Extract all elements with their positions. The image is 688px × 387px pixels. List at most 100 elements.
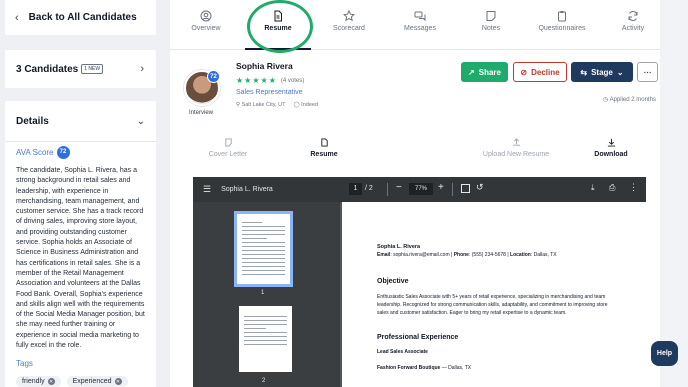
details-panel: Details ⌄ AVA Score 72 The candidate, So… xyxy=(5,101,156,387)
thumbnail-line xyxy=(244,332,287,333)
document-icon xyxy=(320,138,328,147)
document-tabs: Cover Letter Resume Upload New Resume Do… xyxy=(170,138,660,168)
tags-heading: Tags xyxy=(16,359,33,369)
note-icon xyxy=(224,138,232,147)
doc-tab-label: Download xyxy=(594,151,628,158)
experience-heading: Professional Experience xyxy=(377,334,459,341)
thumbnail-line xyxy=(244,344,287,345)
star-icon: ★ xyxy=(244,76,252,85)
tag-chip[interactable]: friendly ✕ xyxy=(16,376,61,387)
decline-label: Decline xyxy=(531,67,560,77)
thumbnail-line xyxy=(244,340,287,341)
location-meta: ⚲ Salt Lake City, UT xyxy=(236,102,285,108)
tags-list: friendly ✕ Experienced ✕ xyxy=(16,376,145,387)
ava-score-row: AVA Score 72 xyxy=(16,145,145,159)
details-toggle[interactable]: Details ⌄ xyxy=(5,101,156,142)
thumbnail-line xyxy=(244,320,287,321)
chat-icon xyxy=(414,11,426,22)
resume-location: Dallas, TX xyxy=(533,252,557,258)
tab-questionnaires[interactable]: Questionnaires xyxy=(527,10,597,32)
candidate-role: Sales Representative xyxy=(236,89,303,96)
hamburger-menu-icon[interactable]: ☰ xyxy=(203,184,211,195)
thumbnail-page-number: 1 xyxy=(261,290,265,296)
print-icon[interactable]: ⎙ xyxy=(609,183,615,193)
zoom-out-icon[interactable]: − xyxy=(396,182,402,193)
download-resume-button[interactable]: Download xyxy=(571,138,651,158)
candidate-tabs: Overview Resume Scorecard Messages Notes… xyxy=(170,0,660,53)
thumbnail-line xyxy=(242,266,285,267)
candidate-meta: ⚲ Salt Lake City, UT ◯ Indeed xyxy=(236,102,318,108)
doc-tab-label: Resume xyxy=(310,151,338,158)
thumbnail-line xyxy=(242,246,285,247)
user-circle-icon xyxy=(200,10,212,22)
help-button[interactable]: Help xyxy=(651,341,678,366)
share-label: Share xyxy=(478,67,501,77)
more-icon: ⋯ xyxy=(643,67,652,77)
candidates-switcher[interactable]: 3 Candidates 1 NEW › xyxy=(5,50,156,88)
phone-label: Phone xyxy=(453,252,469,258)
source-meta: ◯ Indeed xyxy=(293,102,318,108)
location-pin-icon: ⚲ xyxy=(236,102,241,108)
thumbnail-line xyxy=(244,324,287,325)
page-total: / 2 xyxy=(365,185,373,192)
thumbnail-line xyxy=(242,262,285,263)
tab-label: Scorecard xyxy=(333,25,365,32)
chat-bubble-icon: ◯ xyxy=(293,102,300,108)
applied-text: Applied 2 months xyxy=(609,97,656,103)
more-options-button[interactable]: ⋯ xyxy=(637,62,658,82)
page-thumbnails: 1 2 xyxy=(193,202,340,387)
rating-stars[interactable]: ★ ★ ★ ★ ★ (4 votes) xyxy=(236,76,304,85)
tab-messages[interactable]: Messages xyxy=(385,10,455,32)
zoom-level-input[interactable]: 77% xyxy=(409,183,433,195)
remove-tag-icon[interactable]: ✕ xyxy=(47,378,55,386)
upload-resume-button[interactable]: Upload New Resume xyxy=(476,138,556,158)
job-title: Lead Sales Associate xyxy=(377,349,428,355)
thumbnail-line xyxy=(244,328,266,329)
thumbnail-line xyxy=(242,230,285,231)
page-number-input[interactable]: 1 xyxy=(349,183,362,195)
back-to-candidates-link[interactable]: ‹ Back to All Candidates xyxy=(5,0,156,35)
candidate-main-panel: Overview Resume Scorecard Messages Notes… xyxy=(170,0,660,387)
decline-button[interactable]: ⊘ Decline xyxy=(513,62,567,82)
thumbnail-line xyxy=(242,254,285,255)
thumbnail-page-number: 2 xyxy=(262,378,266,384)
remove-tag-icon[interactable]: ✕ xyxy=(114,378,122,386)
tab-resume-document[interactable]: Resume xyxy=(284,138,364,158)
candidate-location: Salt Lake City, UT xyxy=(241,102,286,108)
new-badge: 1 NEW xyxy=(81,64,104,74)
star-icon: ★ xyxy=(268,76,276,85)
tag-chip[interactable]: Experienced ✕ xyxy=(66,376,128,387)
ava-score-label: AVA Score xyxy=(16,147,54,157)
resume-contact: Email: sophia.rivera@email.com | Phone: … xyxy=(377,252,557,258)
thumbnail-line xyxy=(242,274,285,275)
page-thumbnail-1[interactable] xyxy=(234,211,293,287)
more-vertical-icon[interactable]: ⋮ xyxy=(629,182,638,193)
clock-icon: ◷ xyxy=(603,97,609,103)
star-icon: ★ xyxy=(260,76,268,85)
tab-scorecard[interactable]: Scorecard xyxy=(314,10,384,32)
rotate-icon[interactable]: ↺ xyxy=(476,182,484,193)
highlight-circle-annotation xyxy=(247,0,313,53)
star-icon xyxy=(343,10,355,22)
fit-page-icon[interactable] xyxy=(461,184,470,193)
candidate-name: Sophia Rivera xyxy=(236,61,293,71)
zoom-in-icon[interactable]: + xyxy=(438,182,444,193)
share-button[interactable]: ↗ Share xyxy=(461,62,508,82)
tab-activity[interactable]: Activity xyxy=(598,10,668,32)
thumbnail-line xyxy=(242,250,285,251)
tab-cover-letter[interactable]: Cover Letter xyxy=(188,138,268,158)
pdf-viewer: ☰ Sophia L. Rivera 1 / 2 − 77% + ↺ ⤓ ⎙ ⋮ xyxy=(193,177,646,387)
tab-label: Messages xyxy=(404,25,436,32)
tab-notes[interactable]: Notes xyxy=(456,10,526,32)
stage-label: Stage xyxy=(591,67,613,77)
chevron-down-icon: ⌄ xyxy=(136,115,145,127)
stage-dropdown-button[interactable]: ⇆ Stage ⌄ xyxy=(571,62,633,82)
tab-overview[interactable]: Overview xyxy=(171,10,241,32)
download-icon[interactable]: ⤓ xyxy=(591,183,595,193)
clipboard-icon xyxy=(558,11,566,22)
toolbar-divider xyxy=(387,183,388,196)
thumbnail-line xyxy=(244,316,287,317)
thumbnail-line xyxy=(242,258,285,259)
page-thumbnail-2[interactable] xyxy=(239,306,292,372)
download-icon xyxy=(607,138,615,147)
